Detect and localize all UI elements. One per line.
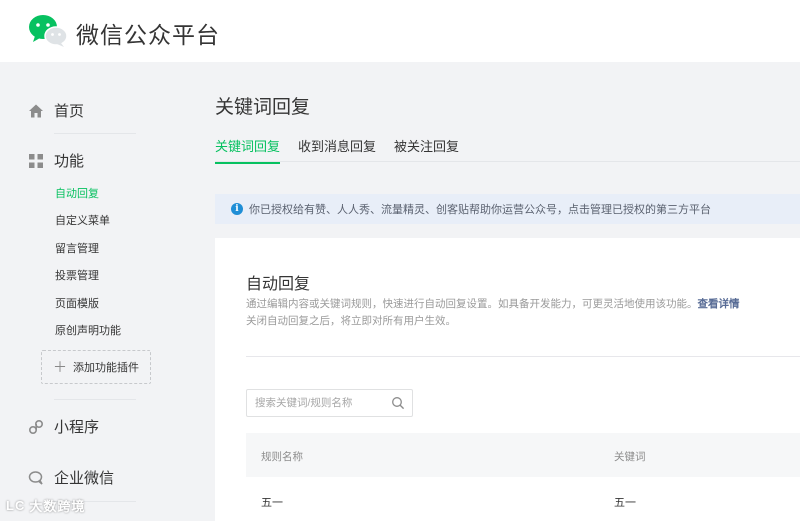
sidebar-subitem-auto-reply[interactable]: 自动回复 [55, 185, 99, 201]
sidebar-divider [54, 399, 136, 400]
search-icon[interactable] [391, 396, 405, 410]
grid-icon [29, 153, 43, 168]
card-description: 通过编辑内容或关键词规则，快速进行自动回复设置。如具备开发能力，可更灵活地使用该… [246, 296, 740, 311]
rule-search-box [246, 389, 413, 417]
view-details-link[interactable]: 查看详情 [698, 298, 740, 310]
column-header-keyword[interactable]: 关键词 [614, 449, 646, 464]
add-plugin-label: 添加功能插件 [73, 362, 139, 374]
page-title: 关键词回复 [215, 97, 311, 118]
description-line-1: 通过编辑内容或关键词规则，快速进行自动回复设置。如具备开发能力，可更灵活地使用该… [246, 298, 698, 310]
info-icon: i [231, 203, 243, 215]
sidebar [0, 62, 200, 521]
link-icon [28, 419, 44, 434]
sidebar-item-home[interactable]: 首页 [28, 100, 84, 121]
sidebar-item-label: 首页 [54, 103, 85, 120]
tabs-divider [215, 161, 800, 162]
tab-message-reply[interactable]: 收到消息回复 [298, 136, 376, 163]
sidebar-item-features[interactable]: 功能 [28, 150, 84, 171]
add-plugin-button[interactable]: ＋ 添加功能插件 [41, 350, 151, 384]
search-input[interactable] [247, 390, 377, 416]
description-line-2: 关闭自动回复之后，将立即对所有用户生效。 [246, 315, 456, 327]
tab-bar: 关键词回复 收到消息回复 被关注回复 [215, 136, 477, 164]
sidebar-subitem-page-templates[interactable]: 页面模版 [55, 295, 99, 311]
chat-bubble-icon [28, 470, 43, 485]
sidebar-item-label: 企业微信 [54, 470, 115, 487]
sidebar-subitem-original-declaration[interactable]: 原创声明功能 [55, 322, 121, 338]
tab-keyword-reply[interactable]: 关键词回复 [215, 136, 281, 164]
table-cell-rule-name[interactable]: 五一 [261, 494, 283, 510]
authorization-notice: i 你已授权给有赞、人人秀、流量精灵、创客贴帮助你运营公众号，点击管理已授权的第… [215, 194, 800, 224]
card-title: 自动回复 [246, 276, 311, 293]
brand-title[interactable]: 微信公众平台 [76, 16, 220, 50]
card-divider [246, 356, 800, 357]
table-cell-keyword[interactable]: 五一 [614, 494, 636, 510]
sidebar-item-label: 小程序 [54, 419, 100, 436]
plus-icon: ＋ [53, 359, 67, 375]
sidebar-item-mini-program[interactable]: 小程序 [28, 416, 99, 437]
top-header: 微信公众平台 [0, 0, 800, 62]
sidebar-item-work-wechat[interactable]: 企业微信 [28, 467, 114, 488]
sidebar-subitem-comments[interactable]: 留言管理 [55, 240, 99, 256]
sidebar-item-label: 功能 [54, 153, 85, 170]
watermark-logo: LC [6, 498, 26, 513]
sidebar-subitem-voting[interactable]: 投票管理 [55, 267, 99, 283]
watermark-text: 大数跨境 [29, 499, 86, 514]
rules-table-header [246, 433, 800, 477]
sidebar-subitem-custom-menu[interactable]: 自定义菜单 [55, 212, 110, 228]
tab-follow-reply[interactable]: 被关注回复 [394, 136, 459, 163]
wechat-logo-icon[interactable] [28, 14, 68, 48]
sidebar-divider [54, 133, 136, 134]
notice-text[interactable]: 你已授权给有赞、人人秀、流量精灵、创客贴帮助你运营公众号，点击管理已授权的第三方… [249, 201, 711, 217]
column-header-rule-name[interactable]: 规则名称 [261, 449, 303, 464]
watermark: LC 大数跨境 [6, 496, 85, 515]
home-icon [29, 104, 43, 117]
